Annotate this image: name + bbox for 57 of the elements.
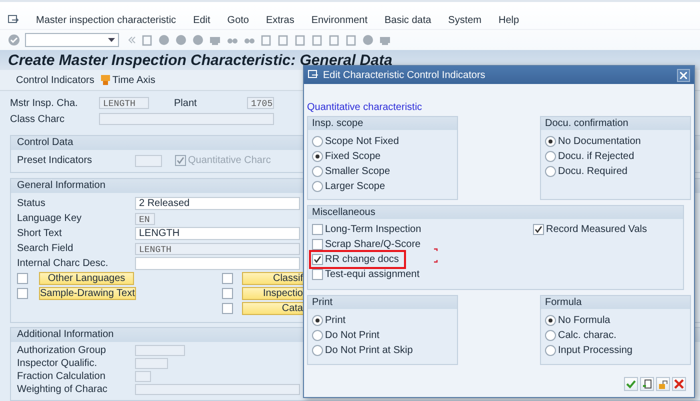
field-label: Short Text	[17, 228, 63, 239]
input-field[interactable]: 2 Released	[135, 197, 300, 210]
group-header: Docu. confirmation	[541, 117, 690, 130]
group-header: Formula	[541, 296, 690, 309]
menu-item[interactable]: Extras	[266, 14, 294, 26]
field-label: Status	[17, 198, 46, 209]
menu-item[interactable]: Help	[498, 14, 520, 26]
checkbox-label: RR change docs	[325, 254, 399, 265]
checkbox-label: Scrap Share/Q-Score	[325, 239, 421, 250]
menu-item[interactable]: System	[448, 14, 482, 26]
group-header: Print	[308, 296, 457, 309]
option-label: Input Processing	[558, 345, 632, 356]
option-label: Docu. if Rejected	[558, 151, 634, 162]
text-button[interactable]: Sample-Drawing Text	[39, 287, 136, 300]
option-label: Smaller Scope	[325, 166, 390, 177]
option-label: No Documentation	[558, 136, 641, 147]
checkbox-label: Quantitative Charc	[188, 155, 271, 166]
menu-item[interactable]: Basic data	[384, 14, 432, 26]
menu-item[interactable]: Master inspection characteristic	[36, 14, 176, 26]
toolbar-button[interactable]: Time Axis	[112, 74, 156, 86]
field-label: Class Charc	[10, 114, 66, 124]
field-label: Fraction Calculation	[17, 371, 106, 382]
input-field[interactable]: LENGTH	[135, 242, 300, 254]
option-label: Larger Scope	[325, 181, 386, 192]
group-header: Insp. scope	[308, 117, 457, 130]
checkbox-label: Test-equi assignment	[325, 269, 420, 280]
field-label: Inspector Qualific.	[17, 358, 98, 369]
input-field[interactable]: 1705	[247, 97, 274, 109]
field-label: Preset Indicators	[17, 155, 94, 166]
dialog-title: Edit Characteristic Control Indicators	[323, 70, 486, 80]
group-header: Miscellaneous	[308, 206, 683, 219]
checkbox-label: Long-Term Inspection	[325, 224, 422, 235]
option-label: Do Not Print at Skip	[325, 345, 413, 356]
option-label: Do Not Print	[325, 330, 380, 341]
option-label: Docu. Required	[558, 166, 628, 177]
input-field[interactable]: EN	[135, 212, 155, 224]
text-button[interactable]: Other Languages	[39, 272, 134, 285]
option-label: Scope Not Fixed	[325, 136, 399, 147]
field-label: Plant	[174, 98, 198, 108]
field-label: Mstr Insp. Cha.	[10, 98, 79, 108]
option-label: Calc. charac.	[558, 330, 616, 341]
field-label: Language Key	[17, 213, 83, 224]
field-label: Weighting of Charac	[17, 384, 108, 395]
option-label: No Formula	[558, 315, 610, 326]
section-caption: Quantitative characteristic	[307, 102, 424, 115]
input-field[interactable]: LENGTH	[99, 97, 149, 109]
option-label: Fixed Scope	[325, 151, 381, 162]
field-label: Authorization Group	[17, 345, 107, 356]
input-field[interactable]: LENGTH	[135, 227, 300, 240]
toolbar-button[interactable]: Control Indicators	[16, 74, 94, 86]
menu-item[interactable]: Goto	[227, 14, 249, 26]
menu-item[interactable]: Environment	[311, 14, 368, 26]
option-label: Print	[325, 315, 346, 326]
checkbox-label: Record Measured Vals	[546, 224, 647, 235]
menu-item[interactable]: Edit	[193, 14, 210, 26]
field-label: Internal Charc Desc.	[17, 258, 110, 269]
field-label: Search Field	[17, 243, 74, 254]
